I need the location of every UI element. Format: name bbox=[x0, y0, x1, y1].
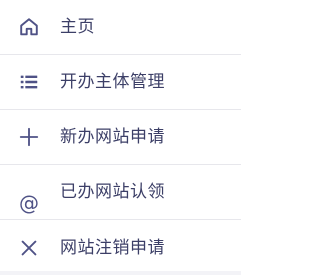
list-icon bbox=[17, 70, 41, 94]
menu-item-entity-management[interactable]: 开办主体管理 bbox=[0, 55, 241, 110]
home-icon bbox=[17, 15, 41, 39]
side-menu: 主页 开办主体管理 新办网站申请 @ 已办网站认领 网站注销申请 bbox=[0, 0, 241, 275]
plus-icon bbox=[17, 125, 41, 149]
menu-item-label: 主页 bbox=[60, 17, 95, 37]
menu-item-home[interactable]: 主页 bbox=[0, 0, 241, 55]
menu-item-new-website-application[interactable]: 新办网站申请 bbox=[0, 110, 241, 165]
menu-item-label: 已办网站认领 bbox=[60, 182, 165, 202]
menu-item-claim-existing-website[interactable]: @ 已办网站认领 bbox=[0, 165, 241, 220]
menu-item-website-cancellation[interactable]: 网站注销申请 bbox=[0, 220, 241, 275]
at-icon: @ bbox=[19, 191, 39, 215]
menu-item-label: 新办网站申请 bbox=[60, 127, 165, 147]
bottom-divider bbox=[0, 271, 241, 275]
close-icon bbox=[17, 236, 41, 260]
menu-item-label: 开办主体管理 bbox=[60, 72, 165, 92]
menu-item-label: 网站注销申请 bbox=[60, 237, 165, 258]
